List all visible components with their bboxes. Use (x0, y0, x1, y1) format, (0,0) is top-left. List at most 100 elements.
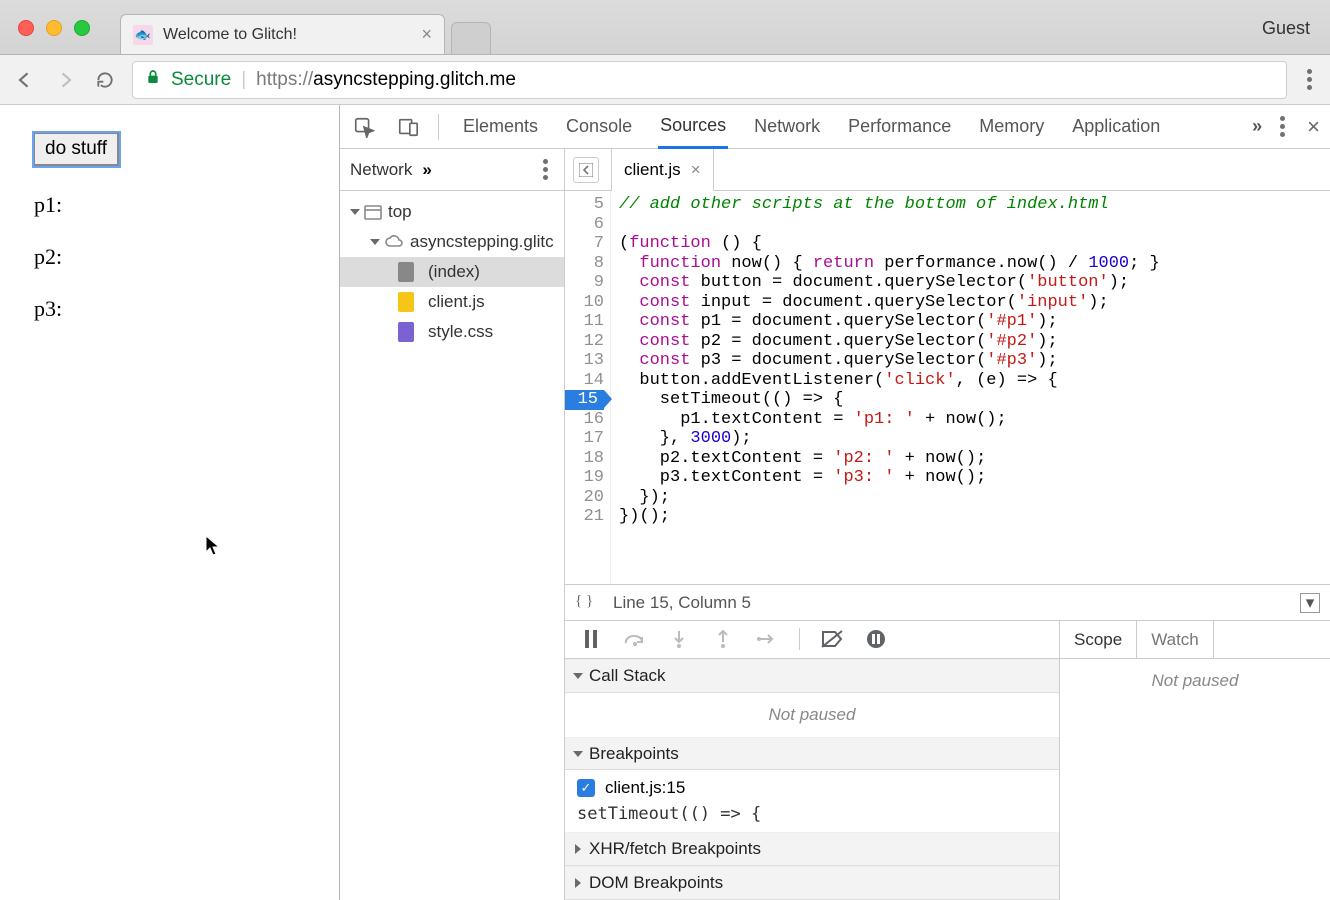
editor-tab-bar: client.js × (565, 149, 1330, 191)
breakpoints-body: ✓ client.js:15 setTimeout(() => { (565, 770, 1059, 832)
address-bar[interactable]: Secure | https://asyncstepping.glitch.me (132, 61, 1287, 99)
window-icon (364, 205, 382, 220)
tab-title: Welcome to Glitch! (163, 26, 297, 44)
callstack-section-header[interactable]: Call Stack (565, 659, 1059, 693)
scope-body: Not paused (1060, 659, 1330, 703)
browser-tab-strip: 🐟 Welcome to Glitch! × (120, 0, 491, 54)
code-editor[interactable]: 56789101112131415161718192021 // add oth… (565, 191, 1330, 584)
browser-menu-button[interactable] (1301, 63, 1318, 96)
cursor-position: Line 15, Column 5 (613, 593, 751, 613)
disclosure-triangle-icon (575, 878, 581, 888)
reload-button[interactable] (92, 67, 118, 93)
step-over-button[interactable] (623, 627, 647, 651)
disclosure-triangle-icon (575, 844, 581, 854)
close-file-button[interactable]: × (691, 160, 701, 180)
tree-node-top[interactable]: top (340, 197, 564, 227)
breakpoint-code: setTimeout(() => { (577, 804, 1047, 824)
devtools-menu-button[interactable] (1274, 110, 1291, 143)
debugger-toolbar (565, 621, 1059, 659)
devtools-tab-network[interactable]: Network (752, 105, 822, 149)
file-tree-item[interactable]: style.css (340, 317, 564, 347)
do-stuff-button[interactable]: do stuff (34, 133, 119, 166)
pretty-print-button[interactable]: { } (575, 591, 597, 614)
section-title: Call Stack (589, 666, 666, 686)
url-text: https://asyncstepping.glitch.me (256, 69, 516, 91)
window-titlebar: 🐟 Welcome to Glitch! × Guest (0, 0, 1330, 55)
separator (799, 628, 800, 650)
devtools-tab-console[interactable]: Console (564, 105, 634, 149)
devtools-panel: Elements Console Sources Network Performance… (340, 105, 1330, 900)
line-gutter[interactable]: 56789101112131415161718192021 (565, 191, 611, 584)
tree-label: top (388, 202, 412, 222)
devtools-tab-elements[interactable]: Elements (461, 105, 540, 149)
devtools-tab-memory[interactable]: Memory (977, 105, 1046, 149)
workspace: do stuff p1: p2: p3: Elements Console Sour… (0, 105, 1330, 900)
dom-breakpoints-header[interactable]: DOM Breakpoints (565, 866, 1059, 900)
browser-toolbar: Secure | https://asyncstepping.glitch.me (0, 55, 1330, 105)
pause-on-exceptions-button[interactable] (864, 627, 888, 651)
p3-text: p3: (34, 296, 305, 322)
file-label: client.js (428, 292, 485, 312)
checkbox-checked-icon[interactable]: ✓ (577, 779, 595, 797)
close-tab-button[interactable]: × (421, 24, 432, 45)
section-title: Breakpoints (589, 744, 679, 764)
inspect-element-button[interactable] (350, 113, 378, 141)
step-button[interactable] (755, 627, 779, 651)
deactivate-breakpoints-button[interactable] (820, 627, 844, 651)
editor-file-tab[interactable]: client.js × (611, 149, 714, 191)
new-tab-button[interactable] (451, 22, 491, 54)
navigator-tab-network[interactable]: Network (350, 160, 412, 180)
device-toolbar-button[interactable] (394, 113, 422, 141)
navigator-tabs: Network » (340, 149, 564, 191)
breakpoint-item[interactable]: ✓ client.js:15 (577, 778, 1047, 798)
devtools-tab-sources[interactable]: Sources (658, 105, 728, 149)
code-content[interactable]: // add other scripts at the bottom of in… (611, 191, 1330, 584)
profile-label[interactable]: Guest (1262, 18, 1310, 39)
toggle-navigator-button[interactable] (573, 157, 599, 183)
file-tab-label: client.js (624, 160, 681, 180)
doc-file-icon (398, 262, 414, 282)
css-file-icon (398, 322, 414, 342)
navigator-overflow-button[interactable]: » (422, 160, 427, 180)
scope-tab[interactable]: Scope (1060, 621, 1137, 658)
debugger-pane: Call Stack Not paused Breakpoints ✓ clie… (565, 620, 1330, 900)
devtools-tab-performance[interactable]: Performance (846, 105, 953, 149)
lock-icon (145, 68, 161, 92)
browser-tab-active[interactable]: 🐟 Welcome to Glitch! × (120, 14, 445, 54)
toggle-drawer-button[interactable]: ▾ (1300, 593, 1320, 613)
disclosure-triangle-icon[interactable] (370, 239, 380, 245)
close-window-button[interactable] (18, 20, 34, 36)
back-button[interactable] (12, 67, 38, 93)
scope-watch-tabs: Scope Watch (1060, 621, 1330, 659)
editor-pane: client.js × 5678910111213141516171819202… (565, 149, 1330, 900)
navigator-menu-button[interactable] (537, 153, 554, 186)
disclosure-triangle-icon[interactable] (350, 209, 360, 215)
devtools-close-button[interactable]: × (1307, 114, 1320, 140)
editor-status-bar: { } Line 15, Column 5 ▾ (565, 584, 1330, 620)
step-into-button[interactable] (667, 627, 691, 651)
disclosure-triangle-icon (573, 673, 583, 679)
minimize-window-button[interactable] (46, 20, 62, 36)
file-tree-item[interactable]: (index) (340, 257, 564, 287)
xhr-breakpoints-header[interactable]: XHR/fetch Breakpoints (565, 832, 1059, 866)
devtools-tab-application[interactable]: Application (1070, 105, 1162, 149)
forward-button[interactable] (52, 67, 78, 93)
devtools-top-bar: Elements Console Sources Network Performance… (340, 105, 1330, 149)
step-out-button[interactable] (711, 627, 735, 651)
overflow-tabs-button[interactable]: » (1252, 116, 1258, 137)
file-tree: top asyncstepping.glitc (index) client.js… (340, 191, 564, 900)
secure-label: Secure (171, 69, 231, 91)
disclosure-triangle-icon (573, 751, 583, 757)
p2-text: p2: (34, 244, 305, 270)
pause-button[interactable] (579, 627, 603, 651)
page-viewport: do stuff p1: p2: p3: (0, 105, 340, 900)
tree-node-domain[interactable]: asyncstepping.glitc (340, 227, 564, 257)
navigator-pane: Network » top asyncstepping.glitc (340, 149, 565, 900)
favicon-icon: 🐟 (133, 25, 153, 45)
window-controls (18, 20, 90, 36)
watch-tab[interactable]: Watch (1137, 621, 1214, 658)
section-title: XHR/fetch Breakpoints (589, 839, 761, 859)
breakpoints-section-header[interactable]: Breakpoints (565, 737, 1059, 771)
file-tree-item[interactable]: client.js (340, 287, 564, 317)
maximize-window-button[interactable] (74, 20, 90, 36)
